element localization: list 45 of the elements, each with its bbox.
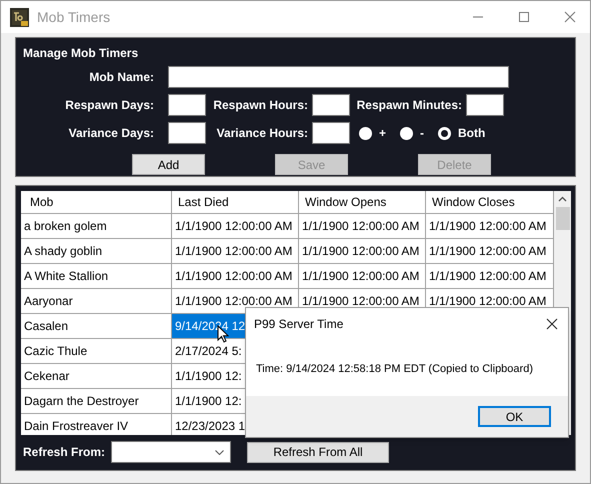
window-title: Mob Timers [37, 8, 110, 26]
dropdown-caret-icon [215, 450, 224, 454]
table-cell: Dain Frostreaver IV [21, 414, 172, 435]
radio-option[interactable]: - [400, 124, 424, 142]
table-cell: 1/1/1900 12:00:00 AM [172, 264, 299, 289]
app-icon [10, 8, 29, 26]
table-cell: Cekenar [21, 364, 172, 389]
radio-option[interactable]: + [359, 124, 386, 142]
radio-option[interactable]: Both [438, 124, 486, 142]
section-title: Manage Mob Timers [23, 45, 138, 62]
table-cell: 1/1/1900 12:00:00 AM [172, 214, 299, 239]
input-field[interactable] [312, 94, 350, 116]
refresh-label: Refresh From: [23, 444, 106, 461]
field-label: Respawn Minutes: [356, 97, 462, 114]
table-cell: Cazic Thule [21, 339, 172, 364]
column-header[interactable]: Window Opens [299, 191, 426, 214]
close-icon[interactable] [546, 318, 558, 330]
table-cell: 1/1/1900 12:00:00 AM [299, 239, 426, 264]
maximize-icon[interactable] [518, 11, 530, 23]
table-cell: 1/1/1900 12:00:00 AM [299, 264, 426, 289]
table-cell: a broken golem [21, 214, 172, 239]
column-header[interactable]: Last Died [172, 191, 299, 214]
table-cell: Aaryonar [21, 289, 172, 314]
refresh-all-button[interactable]: Refresh From All [247, 442, 389, 462]
field-label: Variance Hours: [216, 125, 308, 142]
input-field[interactable] [466, 94, 504, 116]
table-cell: A White Stallion [21, 264, 172, 289]
field-label: Mob Name: [88, 69, 154, 86]
ok-button[interactable]: OK [478, 406, 551, 427]
input-field[interactable] [168, 122, 206, 144]
input-field[interactable] [168, 94, 206, 116]
table-cell: 1/1/1900 12:00:00 AM [172, 239, 299, 264]
field-label: Variance Days: [68, 125, 154, 142]
input-field[interactable] [168, 66, 509, 88]
input-field[interactable] [312, 122, 350, 144]
table-cell: Dagarn the Destroyer [21, 389, 172, 414]
column-header[interactable]: Mob [21, 191, 172, 214]
table-cell: 1/1/1900 12:00:00 AM [299, 214, 426, 239]
field-label: Respawn Days: [64, 97, 154, 114]
field-label: Respawn Hours: [212, 97, 308, 114]
scroll-thumb[interactable] [556, 207, 570, 230]
scroll-up-icon[interactable] [558, 196, 567, 202]
refresh-dropdown[interactable] [111, 441, 231, 463]
action-button[interactable]: Add [132, 154, 205, 175]
table-cell: A shady goblin [21, 239, 172, 264]
